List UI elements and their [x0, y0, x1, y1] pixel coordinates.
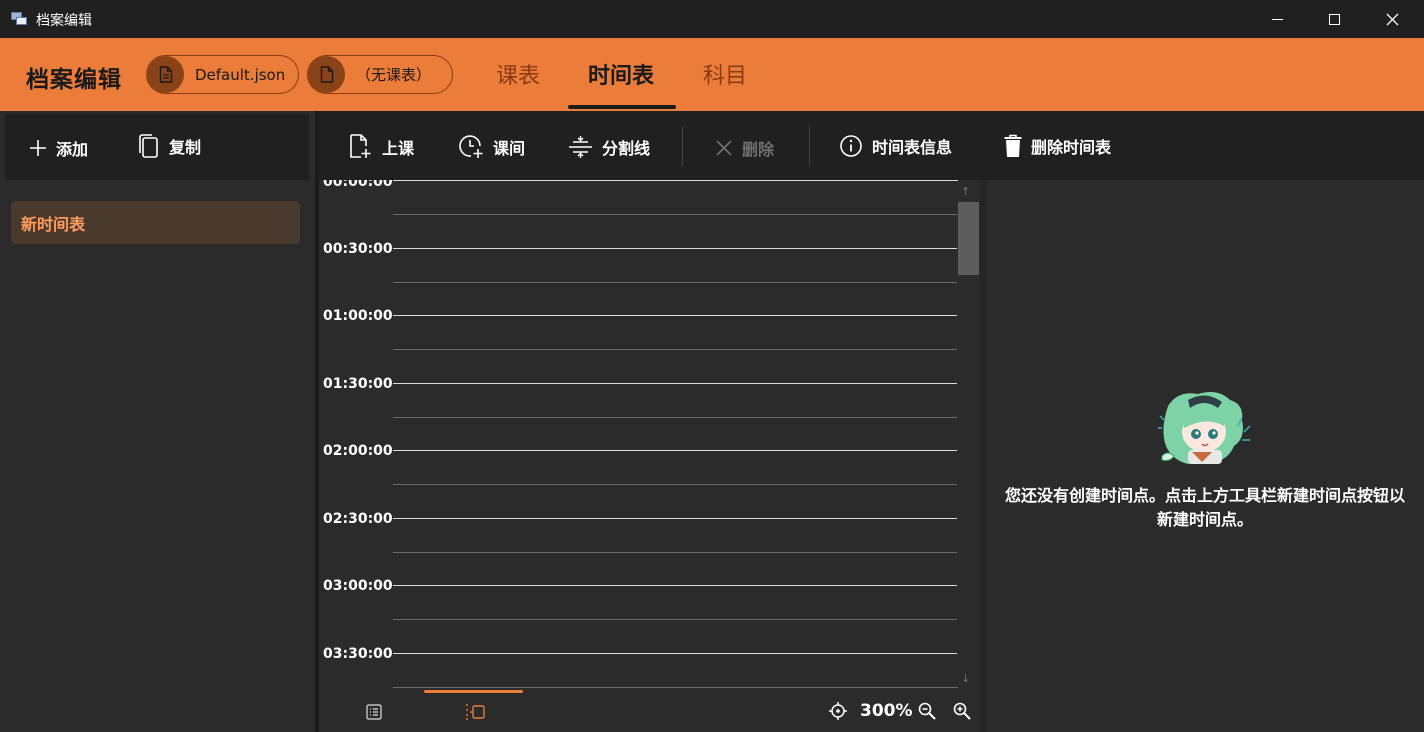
timeline-major-line	[393, 315, 958, 316]
timeline-major-line	[393, 518, 958, 519]
tab-timetables[interactable]: 时间表	[588, 58, 654, 90]
timeline-minor-line	[393, 619, 958, 620]
minimize-button[interactable]	[1248, 0, 1306, 38]
list-toolbar: 添加 复制	[5, 114, 309, 180]
app-header: 档案编辑 Default.json （无课表） 课表 时间表 科目	[0, 38, 1424, 111]
time-label: 00:00:00	[323, 180, 393, 190]
timeline-major-line	[393, 180, 958, 181]
document-icon	[308, 56, 345, 93]
split-line-icon	[569, 136, 592, 158]
add-class-button[interactable]: 上课	[349, 134, 414, 159]
timeline-major-line	[393, 248, 958, 249]
add-label: 添加	[56, 140, 89, 159]
minimize-icon	[1271, 18, 1283, 20]
list-item[interactable]: 新时间表	[11, 201, 300, 244]
time-label: 00:30:00	[323, 241, 393, 257]
class-plan-file-name: （无课表）	[356, 66, 432, 84]
document-icon	[147, 56, 184, 93]
delete-timetable-label: 删除时间表	[1031, 138, 1112, 157]
profile-file-button[interactable]: Default.json	[146, 55, 299, 94]
copy-label: 复制	[169, 138, 202, 157]
page-title: 档案编辑	[26, 67, 122, 93]
add-break-button[interactable]: 课间	[459, 134, 525, 159]
toolbar-separator	[682, 126, 683, 166]
scrollbar-thumb[interactable]	[958, 202, 979, 275]
active-tab-indicator	[568, 105, 676, 109]
timeline-minor-line	[393, 417, 958, 418]
timetable-name: 新时间表	[21, 214, 86, 234]
scroll-up-arrow-icon[interactable]: ↑	[961, 185, 970, 198]
profile-file-name: Default.json	[195, 65, 286, 84]
timetable-info-label: 时间表信息	[872, 138, 953, 157]
zoom-out-button[interactable]	[918, 702, 936, 724]
class-plan-file-button[interactable]: （无课表）	[307, 55, 453, 94]
timeline-minor-line	[393, 214, 958, 215]
delete-button[interactable]: 删除	[715, 136, 774, 160]
add-divider-button[interactable]: 分割线	[568, 135, 650, 159]
copy-button[interactable]: 复制	[136, 133, 201, 159]
zoom-in-button[interactable]	[953, 702, 971, 724]
clock-add-icon	[459, 135, 483, 158]
timetable-info-button[interactable]: 时间表信息	[839, 134, 952, 158]
add-document-icon	[350, 134, 371, 158]
mascot-illustration	[1158, 386, 1252, 470]
timeline-minor-line	[393, 484, 958, 485]
trash-icon	[1004, 134, 1022, 157]
timeline-minor-line	[393, 349, 958, 350]
locate-now-button[interactable]	[829, 702, 847, 724]
copy-icon	[139, 134, 158, 158]
crosshair-icon	[829, 702, 847, 720]
time-label: 03:30:00	[323, 646, 393, 662]
timetable-list-pane: 添加 复制 新时间表	[0, 111, 315, 732]
profile-editor-window: 档案编辑 档案编辑 Default.json （无课表） 课表 时间表 科目 添…	[0, 0, 1424, 732]
time-label: 01:00:00	[323, 308, 393, 324]
time-label: 01:30:00	[323, 376, 393, 392]
timeline-minor-line	[393, 552, 958, 553]
timeline-major-line	[393, 450, 958, 451]
add-button[interactable]: 添加	[29, 136, 88, 160]
timeline-minor-line	[393, 282, 958, 283]
zoom-out-icon	[918, 702, 936, 720]
add-break-label: 课间	[493, 138, 526, 158]
list-view-button[interactable]	[366, 704, 382, 724]
maximize-icon	[1328, 13, 1340, 25]
timetable-toolbar: 上课 课间 分割线 删除 时间表信息 删除时间表	[325, 114, 1424, 180]
maximize-button[interactable]	[1305, 0, 1363, 38]
list-view-icon	[366, 704, 382, 720]
zoom-in-icon	[953, 702, 971, 720]
add-divider-label: 分割线	[602, 139, 651, 158]
time-label: 03:00:00	[323, 578, 393, 594]
empty-state-message: 您还没有创建时间点。点击上方工具栏新建时间点按钮以新建时间点。	[1004, 486, 1405, 529]
add-class-label: 上课	[382, 138, 415, 158]
scroll-down-arrow-icon[interactable]: ↓	[961, 672, 970, 685]
title-bar: 档案编辑	[0, 0, 1424, 38]
info-icon	[840, 135, 862, 157]
close-icon	[1386, 13, 1398, 25]
zoom-level: 300%	[860, 701, 913, 721]
timeline-major-line	[393, 653, 958, 654]
plus-icon	[30, 140, 46, 156]
time-label: 02:00:00	[323, 443, 393, 459]
toolbar-separator	[809, 126, 810, 166]
active-view-indicator	[424, 690, 523, 693]
timeline-major-line	[393, 585, 958, 586]
timeline-major-line	[393, 383, 958, 384]
tab-subjects[interactable]: 科目	[703, 58, 747, 90]
x-icon	[716, 140, 732, 156]
close-button[interactable]	[1363, 0, 1421, 38]
timeline-view-button[interactable]	[465, 703, 485, 725]
timeline-view[interactable]: 00:00:00 00:30:00 01:00:00 01:30:00 02:0…	[319, 180, 980, 688]
time-label: 02:30:00	[323, 511, 393, 527]
window-title: 档案编辑	[36, 13, 92, 29]
timeline-view-icon	[466, 704, 485, 720]
tab-class-plans[interactable]: 课表	[496, 58, 540, 90]
delete-timetable-button[interactable]: 删除时间表	[1004, 134, 1111, 158]
delete-label: 删除	[742, 140, 775, 159]
app-icon	[11, 12, 27, 25]
